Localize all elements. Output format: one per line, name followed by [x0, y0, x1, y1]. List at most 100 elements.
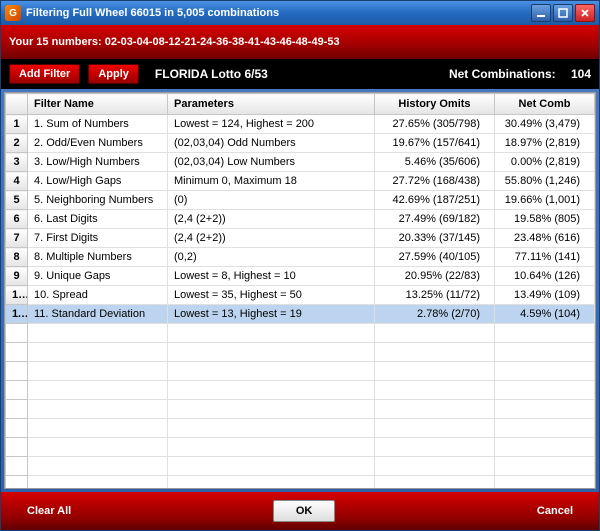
- cell-history-omits: 27.65% (305/798): [375, 115, 495, 134]
- row-number: 2: [6, 134, 28, 153]
- table-row[interactable]: [6, 476, 595, 490]
- cell-history-omits: 13.25% (11/72): [375, 286, 495, 305]
- cell-filter-name: 3. Low/High Numbers: [28, 153, 168, 172]
- cell-parameters: Lowest = 8, Highest = 10: [168, 267, 375, 286]
- row-number: [6, 457, 28, 476]
- cell-history-omits: 27.49% (69/182): [375, 210, 495, 229]
- table-row[interactable]: [6, 457, 595, 476]
- cell-net-comb: 77.11% (141): [495, 248, 595, 267]
- table-row[interactable]: 11. Sum of NumbersLowest = 124, Highest …: [6, 115, 595, 134]
- apply-button[interactable]: Apply: [88, 64, 139, 84]
- row-number: [6, 419, 28, 438]
- cancel-button[interactable]: Cancel: [527, 501, 583, 521]
- add-filter-button[interactable]: Add Filter: [9, 64, 80, 84]
- table-row[interactable]: [6, 324, 595, 343]
- cell-net-comb: 13.49% (109): [495, 286, 595, 305]
- cell-filter-name: 4. Low/High Gaps: [28, 172, 168, 191]
- table-row[interactable]: 88. Multiple Numbers(0,2)27.59% (40/105)…: [6, 248, 595, 267]
- net-combinations-value: 104: [571, 67, 591, 81]
- col-filter-name[interactable]: Filter Name: [28, 94, 168, 115]
- col-history-omits[interactable]: History Omits: [375, 94, 495, 115]
- row-number: [6, 400, 28, 419]
- col-net-comb[interactable]: Net Comb: [495, 94, 595, 115]
- cell-parameters: (2,4 (2+2)): [168, 210, 375, 229]
- cell-parameters: (0,2): [168, 248, 375, 267]
- cell-filter-name: 6. Last Digits: [28, 210, 168, 229]
- cell-parameters: (2,4 (2+2)): [168, 229, 375, 248]
- row-number: [6, 381, 28, 400]
- table-row[interactable]: [6, 419, 595, 438]
- cell-history-omits: 27.72% (168/438): [375, 172, 495, 191]
- cell-net-comb: 10.64% (126): [495, 267, 595, 286]
- window-buttons: [531, 4, 595, 22]
- app-icon: G: [5, 5, 21, 21]
- table-row[interactable]: [6, 343, 595, 362]
- filter-table-container[interactable]: Filter Name Parameters History Omits Net…: [4, 92, 596, 489]
- cell-net-comb: 55.80% (1,246): [495, 172, 595, 191]
- row-number: [6, 343, 28, 362]
- cell-filter-name: 10. Spread: [28, 286, 168, 305]
- cell-history-omits: 2.78% (2/70): [375, 305, 495, 324]
- table-row[interactable]: 55. Neighboring Numbers(0)42.69% (187/25…: [6, 191, 595, 210]
- cell-filter-name: 2. Odd/Even Numbers: [28, 134, 168, 153]
- row-number: [6, 362, 28, 381]
- cell-history-omits: 5.46% (35/606): [375, 153, 495, 172]
- row-number: 3: [6, 153, 28, 172]
- cell-parameters: Lowest = 13, Highest = 19: [168, 305, 375, 324]
- cell-filter-name: 1. Sum of Numbers: [28, 115, 168, 134]
- row-number: 5: [6, 191, 28, 210]
- numbers-band: Your 15 numbers: 02-03-04-08-12-21-24-36…: [1, 25, 599, 59]
- row-number: [6, 476, 28, 490]
- table-row[interactable]: 77. First Digits(2,4 (2+2))20.33% (37/14…: [6, 229, 595, 248]
- ok-button[interactable]: OK: [273, 500, 336, 522]
- titlebar: G Filtering Full Wheel 66015 in 5,005 co…: [1, 1, 599, 25]
- table-row[interactable]: 1010. SpreadLowest = 35, Highest = 5013.…: [6, 286, 595, 305]
- maximize-button[interactable]: [553, 4, 573, 22]
- window-title: Filtering Full Wheel 66015 in 5,005 comb…: [26, 7, 531, 19]
- numbers-value: 02-03-04-08-12-21-24-36-38-41-43-46-48-4…: [105, 36, 340, 48]
- cell-history-omits: 19.67% (157/641): [375, 134, 495, 153]
- table-row[interactable]: [6, 362, 595, 381]
- minimize-button[interactable]: [531, 4, 551, 22]
- table-row[interactable]: 22. Odd/Even Numbers(02,03,04) Odd Numbe…: [6, 134, 595, 153]
- table-row[interactable]: 44. Low/High GapsMinimum 0, Maximum 1827…: [6, 172, 595, 191]
- row-number: 4: [6, 172, 28, 191]
- footer: Clear All OK Cancel: [1, 492, 599, 530]
- row-number: 10: [6, 286, 28, 305]
- cell-history-omits: 20.95% (22/83): [375, 267, 495, 286]
- net-combinations-label: Net Combinations:: [449, 67, 556, 81]
- row-number: 6: [6, 210, 28, 229]
- cell-net-comb: 19.66% (1,001): [495, 191, 595, 210]
- table-row[interactable]: 33. Low/High Numbers(02,03,04) Low Numbe…: [6, 153, 595, 172]
- cell-filter-name: 9. Unique Gaps: [28, 267, 168, 286]
- cell-filter-name: 5. Neighboring Numbers: [28, 191, 168, 210]
- col-parameters[interactable]: Parameters: [168, 94, 375, 115]
- row-number: 1: [6, 115, 28, 134]
- cell-parameters: Lowest = 124, Highest = 200: [168, 115, 375, 134]
- game-name: FLORIDA Lotto 6/53: [155, 67, 268, 81]
- cell-filter-name: 8. Multiple Numbers: [28, 248, 168, 267]
- col-rownum[interactable]: [6, 94, 28, 115]
- cell-history-omits: 42.69% (187/251): [375, 191, 495, 210]
- table-row[interactable]: [6, 400, 595, 419]
- row-number: 11: [6, 305, 28, 324]
- table-row[interactable]: [6, 438, 595, 457]
- cell-parameters: (0): [168, 191, 375, 210]
- clear-all-button[interactable]: Clear All: [17, 501, 81, 521]
- cell-parameters: (02,03,04) Low Numbers: [168, 153, 375, 172]
- net-combinations: Net Combinations: 104: [449, 67, 591, 81]
- table-row[interactable]: 99. Unique GapsLowest = 8, Highest = 102…: [6, 267, 595, 286]
- table-row[interactable]: [6, 381, 595, 400]
- cell-history-omits: 20.33% (37/145): [375, 229, 495, 248]
- cell-net-comb: 19.58% (805): [495, 210, 595, 229]
- cell-net-comb: 18.97% (2,819): [495, 134, 595, 153]
- row-number: [6, 438, 28, 457]
- cell-net-comb: 0.00% (2,819): [495, 153, 595, 172]
- cell-net-comb: 4.59% (104): [495, 305, 595, 324]
- cell-filter-name: 11. Standard Deviation: [28, 305, 168, 324]
- table-row[interactable]: 1111. Standard DeviationLowest = 13, Hig…: [6, 305, 595, 324]
- close-button[interactable]: [575, 4, 595, 22]
- table-row[interactable]: 66. Last Digits(2,4 (2+2))27.49% (69/182…: [6, 210, 595, 229]
- filter-table: Filter Name Parameters History Omits Net…: [5, 93, 595, 489]
- numbers-label: Your 15 numbers:: [9, 36, 102, 48]
